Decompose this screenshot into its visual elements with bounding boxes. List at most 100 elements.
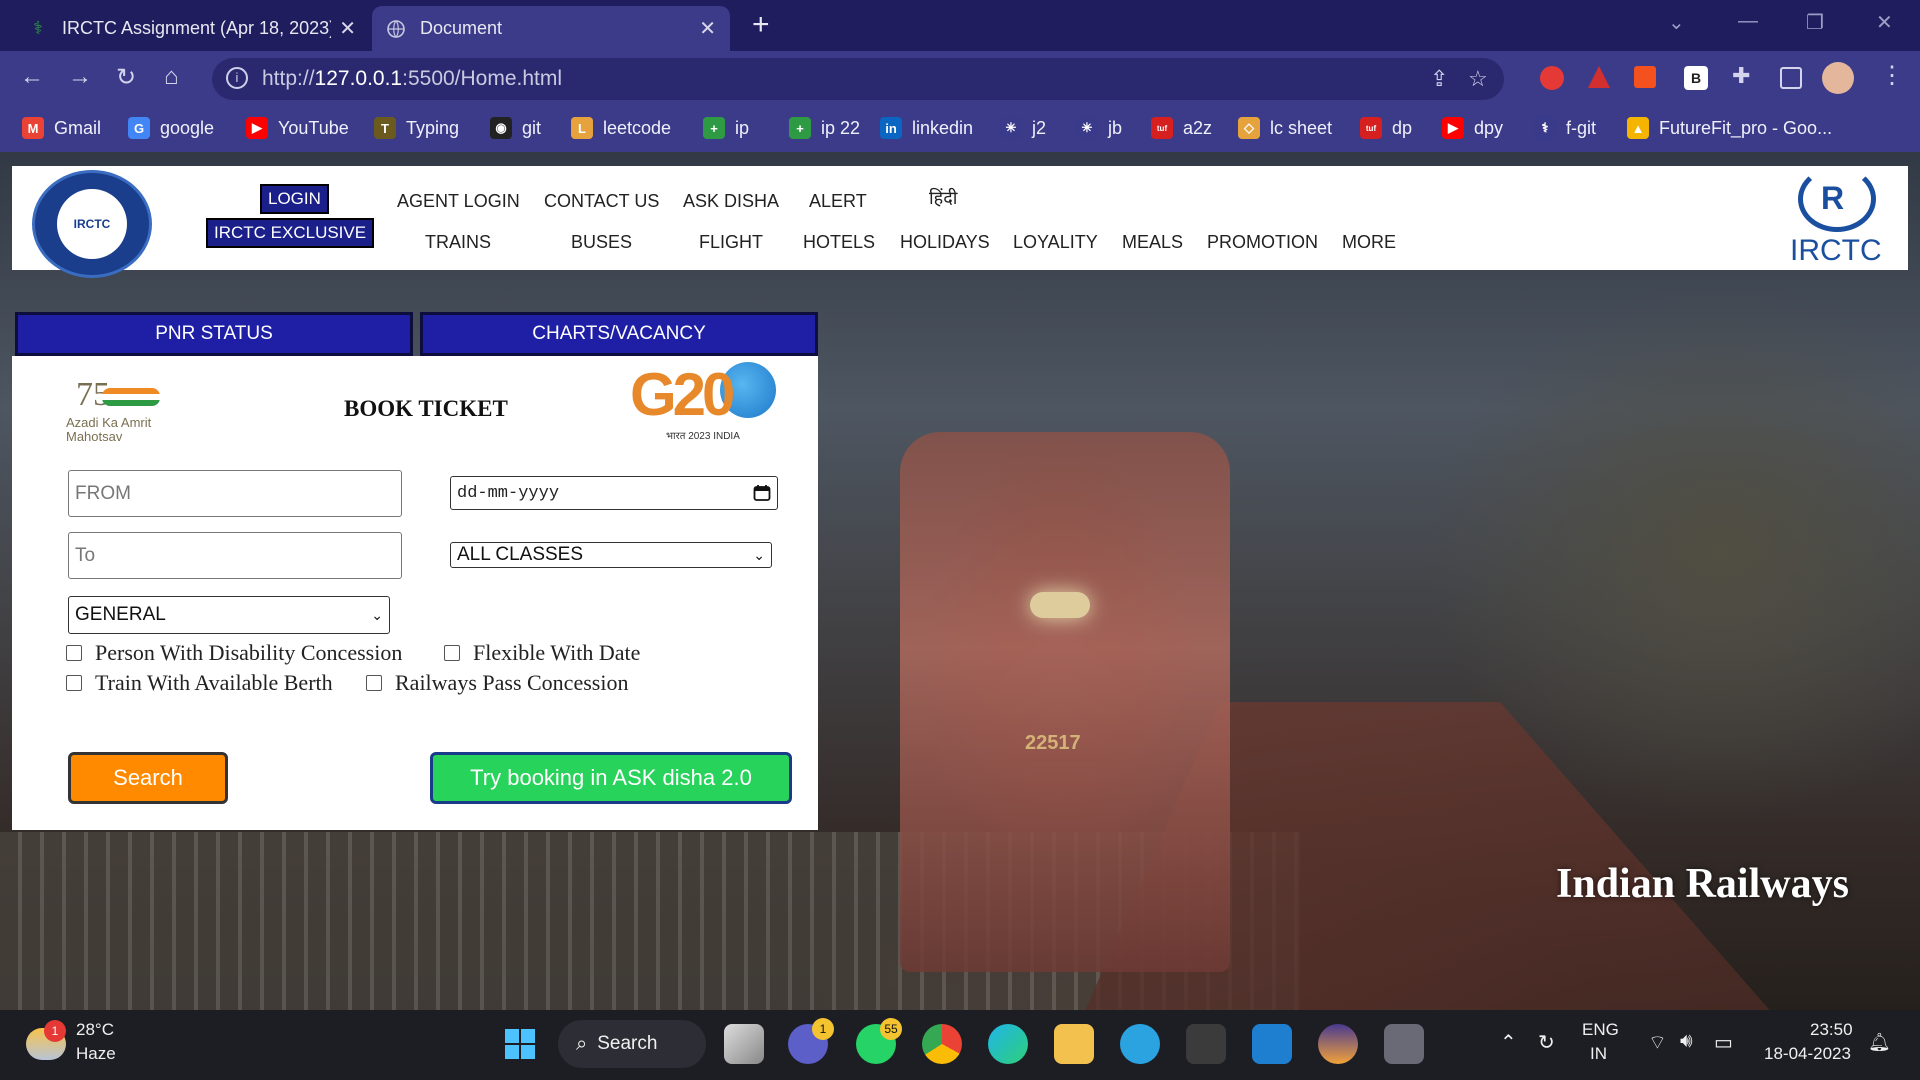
sync-icon[interactable]: ↻ <box>1538 1030 1555 1055</box>
quota-select[interactable]: GENERAL ⌄ <box>68 596 390 634</box>
b-extension-icon[interactable]: B <box>1684 66 1708 90</box>
eclipse-icon[interactable] <box>1318 1024 1358 1064</box>
file-explorer-icon[interactable] <box>1054 1024 1094 1064</box>
share-icon[interactable]: ⇪ <box>1430 66 1448 92</box>
search-button[interactable]: Search <box>68 752 228 804</box>
task-view-icon[interactable] <box>724 1024 764 1064</box>
login-button[interactable]: LOGIN <box>260 184 329 214</box>
flexible-date-checkbox[interactable]: Flexible With Date <box>444 640 640 666</box>
ask-disha-button[interactable]: Try booking in ASK disha 2.0 <box>430 752 792 804</box>
reload-icon[interactable]: ↻ <box>116 63 136 92</box>
weather-temp[interactable]: 28°C <box>76 1020 114 1040</box>
nav-alert[interactable]: ALERT <box>809 191 867 212</box>
from-input[interactable]: FROM <box>68 470 402 517</box>
bookmark-j2[interactable]: ✳ j2 <box>1000 117 1046 139</box>
vscode-icon[interactable] <box>1252 1024 1292 1064</box>
bookmark-star-icon[interactable]: ☆ <box>1468 66 1488 92</box>
tab-search-chevron-icon[interactable]: ⌄ <box>1668 10 1685 35</box>
address-bar[interactable]: i http://127.0.0.1:5500/Home.html ⇪ ☆ <box>212 58 1504 100</box>
close-window-icon[interactable]: ✕ <box>1876 10 1893 35</box>
menu-kebab-icon[interactable]: ⋮ <box>1880 61 1904 90</box>
bookmark-gmail[interactable]: M Gmail <box>22 117 101 139</box>
nav-buses[interactable]: BUSES <box>571 232 632 253</box>
windows-start-icon[interactable] <box>500 1024 540 1064</box>
close-tab-icon[interactable]: ✕ <box>699 16 716 41</box>
bookmark-jb[interactable]: ✳ jb <box>1076 117 1122 139</box>
wifi-icon[interactable]: ⌔ <box>1648 1030 1667 1055</box>
nav-meals[interactable]: MEALS <box>1122 232 1183 253</box>
todoist-extension-icon[interactable] <box>1634 66 1656 88</box>
checkbox-box[interactable] <box>444 645 460 661</box>
edge-icon[interactable] <box>988 1024 1028 1064</box>
nav-contact-us[interactable]: CONTACT US <box>544 191 659 212</box>
nav-loyality[interactable]: LOYALITY <box>1013 232 1098 253</box>
pnr-status-tab[interactable]: PNR STATUS <box>15 312 413 356</box>
tray-chevron-up-icon[interactable]: ⌃ <box>1500 1030 1517 1055</box>
weather-icon[interactable]: 1 <box>26 1020 66 1060</box>
journey-date-input[interactable]: dd-mm-yyyy <box>450 476 778 510</box>
site-info-icon[interactable]: i <box>226 67 248 89</box>
chrome-icon[interactable] <box>922 1024 962 1064</box>
new-tab-button[interactable]: + <box>752 8 770 42</box>
restore-icon[interactable]: ❐ <box>1806 10 1824 35</box>
irctc-exclusive-button[interactable]: IRCTC EXCLUSIVE <box>206 218 375 248</box>
bookmark-leetcode[interactable]: Lleetcode <box>571 117 671 139</box>
nav-holidays[interactable]: HOLIDAYS <box>900 232 990 253</box>
checkbox-box[interactable] <box>66 675 82 691</box>
nav-promotion[interactable]: PROMOTION <box>1207 232 1318 253</box>
language-bottom[interactable]: IN <box>1590 1044 1607 1064</box>
bookmark-dpy[interactable]: ▶ dpy <box>1442 117 1503 139</box>
bookmark-youtube[interactable]: ▶ YouTube <box>246 117 349 139</box>
battery-icon[interactable]: ▭ <box>1714 1030 1733 1055</box>
nav-ask-disha[interactable]: ASK DISHA <box>683 191 779 212</box>
clock-date[interactable]: 18-04-2023 <box>1764 1044 1851 1064</box>
bookmark-dp[interactable]: tuf dp <box>1360 117 1412 139</box>
nav-trains[interactable]: TRAINS <box>425 232 491 253</box>
bookmark-typing[interactable]: T Typing <box>374 117 459 139</box>
nav-agent-login[interactable]: AGENT LOGIN <box>397 191 520 212</box>
language-top[interactable]: ENG <box>1582 1020 1619 1040</box>
bookmark-a2z[interactable]: tuf a2z <box>1151 117 1212 139</box>
bookmark-ip-22[interactable]: + ip 22 <box>789 117 860 139</box>
terminal-icon[interactable] <box>1186 1024 1226 1064</box>
irctc-logo[interactable]: R IRCTC <box>1788 166 1888 270</box>
clock-time[interactable]: 23:50 <box>1810 1020 1853 1040</box>
nav-flight[interactable]: FLIGHT <box>699 232 763 253</box>
bookmark-lc-sheet[interactable]: ◇ lc sheet <box>1238 117 1332 139</box>
profile-avatar[interactable] <box>1822 62 1854 94</box>
side-panel-icon[interactable] <box>1780 67 1802 89</box>
tab-irctc-assignment[interactable]: ⚕ IRCTC Assignment (Apr 18, 2023) ✕ <box>14 6 370 51</box>
nav-hindi[interactable]: हिंदी <box>929 186 957 210</box>
forward-icon[interactable]: → <box>68 63 92 91</box>
telegram-icon[interactable] <box>1120 1024 1160 1064</box>
pwd-concession-checkbox[interactable]: Person With Disability Concession <box>66 640 402 666</box>
bookmark-linkedin[interactable]: in linkedin <box>880 117 973 139</box>
taskbar-search[interactable]: ⌕ Search <box>558 1020 706 1068</box>
teams-chat-icon[interactable]: 1 <box>788 1018 834 1064</box>
extension-icon[interactable] <box>1588 66 1610 88</box>
calendar-icon[interactable] <box>753 484 771 502</box>
whatsapp-icon[interactable]: 55 <box>856 1018 902 1064</box>
home-icon[interactable]: ⌂ <box>164 63 179 91</box>
class-select[interactable]: ALL CLASSES ⌄ <box>450 542 772 568</box>
charts-vacancy-tab[interactable]: CHARTS/VACANCY <box>420 312 818 356</box>
bookmark-git[interactable]: ◉ git <box>490 117 541 139</box>
volume-icon[interactable]: 🔊︎ <box>1680 1030 1693 1053</box>
bookmark-google[interactable]: Ggoogle <box>128 117 214 139</box>
snipping-tool-icon[interactable] <box>1384 1024 1424 1064</box>
nav-more[interactable]: MORE <box>1342 232 1396 253</box>
railway-pass-checkbox[interactable]: Railways Pass Concession <box>366 670 628 696</box>
bookmark-f-git[interactable]: ⚕ f-git <box>1534 117 1596 139</box>
to-input[interactable]: To <box>68 532 402 579</box>
url-text[interactable]: http://127.0.0.1:5500/Home.html <box>262 67 562 91</box>
indian-railways-logo[interactable]: IRCTC <box>32 170 152 278</box>
weather-desc[interactable]: Haze <box>76 1044 116 1064</box>
close-tab-icon[interactable]: ✕ <box>339 16 356 41</box>
available-berth-checkbox[interactable]: Train With Available Berth <box>66 670 333 696</box>
adblock-extension-icon[interactable] <box>1540 66 1564 90</box>
nav-hotels[interactable]: HOTELS <box>803 232 875 253</box>
checkbox-box[interactable] <box>66 645 82 661</box>
checkbox-box[interactable] <box>366 675 382 691</box>
extensions-puzzle-icon[interactable]: ✚ <box>1732 63 1750 89</box>
back-icon[interactable]: ← <box>20 63 44 91</box>
